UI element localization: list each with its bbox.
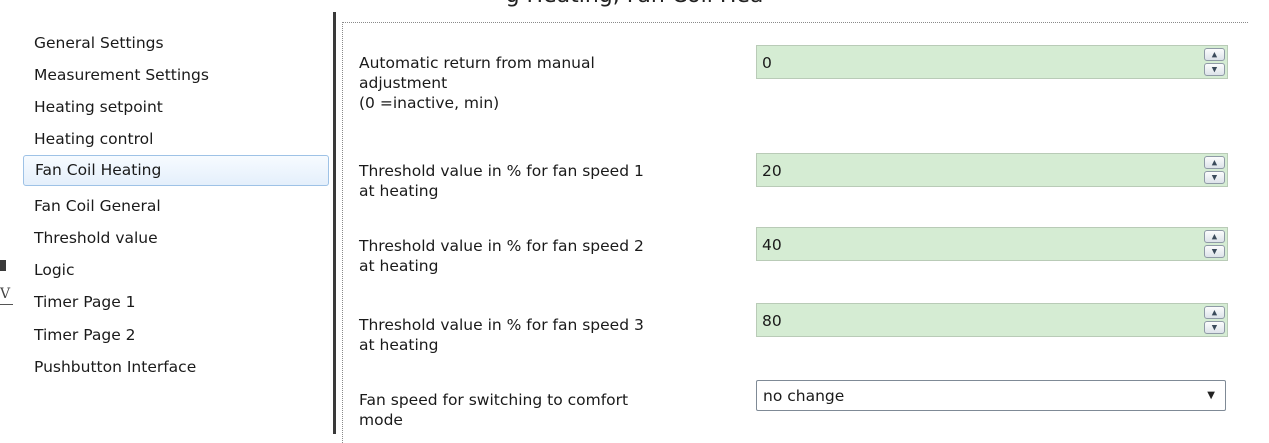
param-label-fan-speed-2: Threshold value in % for fan speed 2 at …	[359, 236, 644, 276]
nav-item-fan-coil-general[interactable]: Fan Coil General	[23, 191, 329, 222]
param-label-comfort-fan-speed: Fan speed for switching to comfort mode	[359, 390, 628, 430]
fan-speed-1-threshold-input[interactable]: 20 ▲ ▼	[756, 153, 1228, 187]
edge-glyph: V	[0, 286, 11, 302]
up-arrow-icon[interactable]: ▲	[1204, 306, 1225, 319]
nav-item-timer-page-2[interactable]: Timer Page 2	[23, 320, 329, 351]
fan-speed-3-value: 80	[762, 312, 782, 330]
auto-return-input[interactable]: 0 ▲ ▼	[756, 45, 1228, 79]
down-arrow-icon[interactable]: ▼	[1204, 171, 1225, 184]
nav-item-general-settings[interactable]: General Settings	[23, 28, 329, 59]
fan-speed-2-value: 40	[762, 236, 782, 254]
nav-item-threshold-value[interactable]: Threshold value	[23, 223, 329, 254]
up-arrow-icon[interactable]: ▲	[1204, 230, 1225, 243]
up-arrow-icon[interactable]: ▲	[1204, 156, 1225, 169]
auto-return-value: 0	[762, 54, 772, 72]
param-label-line: Automatic return from manual	[359, 54, 595, 72]
window-caption: g Heating, Fan Coil Hea	[0, 0, 1269, 8]
spin-buttons: ▲ ▼	[1204, 230, 1225, 258]
param-label-line: at heating	[359, 182, 439, 200]
fan-speed-1-value: 20	[762, 162, 782, 180]
down-arrow-icon[interactable]: ▼	[1204, 245, 1225, 258]
param-label-line: Threshold value in % for fan speed 2	[359, 237, 644, 255]
param-label-line: Threshold value in % for fan speed 1	[359, 162, 644, 180]
param-label-line: Fan speed for switching to comfort	[359, 391, 629, 409]
edge-fragment	[0, 260, 6, 271]
spin-buttons: ▲ ▼	[1204, 156, 1225, 184]
down-arrow-icon[interactable]: ▼	[1204, 63, 1225, 76]
fan-speed-3-threshold-input[interactable]: 80 ▲ ▼	[756, 303, 1228, 337]
nav-item-fan-coil-heating[interactable]: Fan Coil Heating	[23, 155, 329, 186]
up-arrow-icon[interactable]: ▲	[1204, 48, 1225, 61]
nav-item-timer-page-1[interactable]: Timer Page 1	[23, 287, 329, 318]
nav-item-measurement-settings[interactable]: Measurement Settings	[23, 60, 329, 91]
nav-item-heating-control[interactable]: Heating control	[23, 124, 329, 155]
param-label-auto-return: Automatic return from manual adjustment …	[359, 53, 595, 113]
dropdown-arrow-icon[interactable]: ▼	[1207, 390, 1215, 401]
edge-underline	[0, 304, 13, 305]
nav-item-logic[interactable]: Logic	[23, 255, 329, 286]
comfort-fan-speed-value: no change	[763, 387, 845, 405]
param-label-line: at heating	[359, 336, 439, 354]
comfort-fan-speed-select[interactable]: no change ▼	[756, 380, 1226, 411]
param-label-line: mode	[359, 411, 403, 429]
param-label-line: adjustment	[359, 74, 448, 92]
spin-buttons: ▲ ▼	[1204, 306, 1225, 334]
spin-buttons: ▲ ▼	[1204, 48, 1225, 76]
param-label-fan-speed-3: Threshold value in % for fan speed 3 at …	[359, 315, 644, 355]
panel-splitter[interactable]	[333, 12, 336, 434]
fan-speed-2-threshold-input[interactable]: 40 ▲ ▼	[756, 227, 1228, 261]
param-label-line: (0 =inactive, min)	[359, 94, 500, 112]
param-label-fan-speed-1: Threshold value in % for fan speed 1 at …	[359, 161, 644, 201]
nav-item-heating-setpoint[interactable]: Heating setpoint	[23, 92, 329, 123]
down-arrow-icon[interactable]: ▼	[1204, 321, 1225, 334]
param-label-line: at heating	[359, 257, 439, 275]
nav-item-pushbutton-interface[interactable]: Pushbutton Interface	[23, 352, 329, 383]
param-label-line: Threshold value in % for fan speed 3	[359, 316, 644, 334]
